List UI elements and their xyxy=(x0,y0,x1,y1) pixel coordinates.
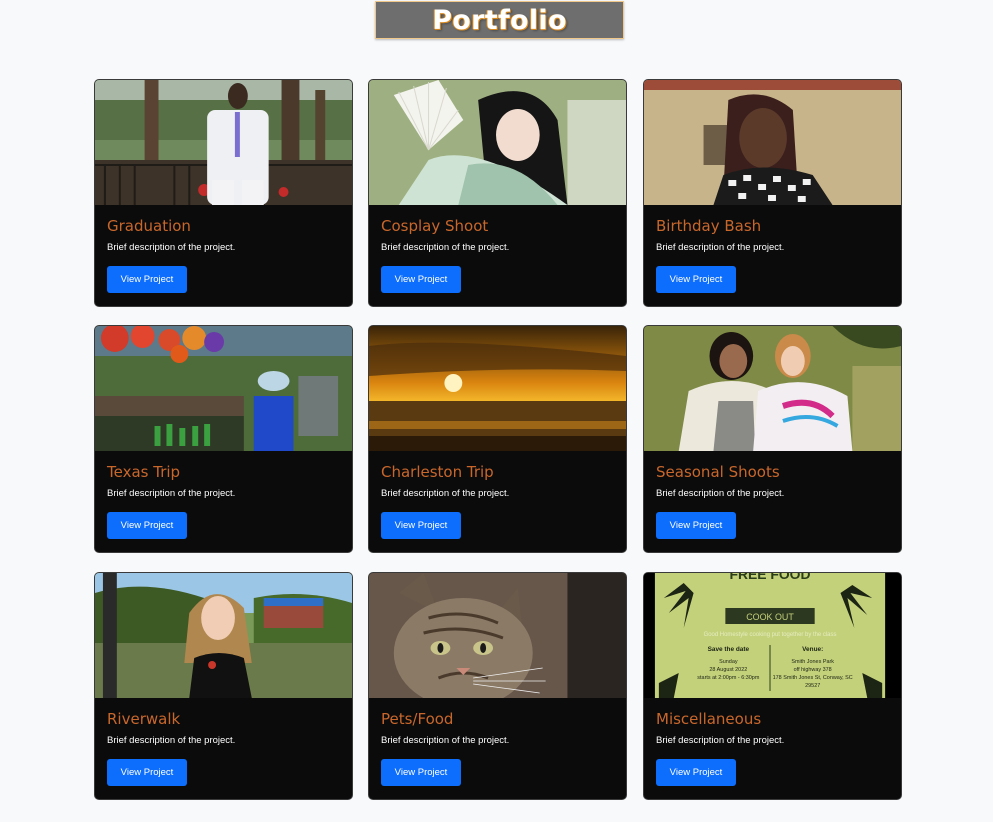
view-project-button-cosplay-shoot[interactable]: View Project xyxy=(381,266,461,293)
view-project-button-graduation[interactable]: View Project xyxy=(107,266,187,293)
project-image-riverwalk xyxy=(95,573,352,698)
flyer-save-label: Save the date xyxy=(708,646,750,653)
project-title: Graduation xyxy=(107,217,191,235)
flyer-badge: COOK OUT xyxy=(746,612,794,622)
view-project-button-texas-trip[interactable]: View Project xyxy=(107,512,187,539)
flyer-venue-zip: 29527 xyxy=(805,683,820,689)
page-title-box: Portfolio xyxy=(375,1,624,39)
page-title: Portfolio xyxy=(432,4,567,36)
flyer-venue-address: 178 Smith Jones St, Conway, SC xyxy=(773,675,853,681)
project-title: Birthday Bash xyxy=(656,217,762,235)
project-image-graduation xyxy=(95,80,352,205)
project-description: Brief description of the project. xyxy=(107,735,236,746)
view-project-button-charleston-trip[interactable]: View Project xyxy=(381,512,461,539)
project-description: Brief description of the project. xyxy=(656,488,785,499)
view-project-button-riverwalk[interactable]: View Project xyxy=(107,759,187,786)
view-project-button-seasonal-shoots[interactable]: View Project xyxy=(656,512,736,539)
project-image-cosplay-shoot xyxy=(369,80,626,205)
flyer-time: starts at 2:00pm - 6:30pm xyxy=(697,675,760,681)
project-title: Texas Trip xyxy=(107,463,181,481)
project-card-graduation: Graduation Brief description of the proj… xyxy=(94,79,353,307)
project-description: Brief description of the project. xyxy=(381,735,510,746)
project-title: Charleston Trip xyxy=(381,463,494,481)
project-title: Cosplay Shoot xyxy=(381,217,489,235)
flyer-date: 28 August 2022 xyxy=(709,667,747,673)
project-card-cosplay-shoot: Cosplay Shoot Brief description of the p… xyxy=(368,79,627,307)
flyer-venue-note: off highway 378 xyxy=(794,667,832,673)
project-image-miscellaneous: FREE FOOD COOK OUT Good Homestyle cookin… xyxy=(644,573,901,698)
project-description: Brief description of the project. xyxy=(381,242,510,253)
project-image-seasonal-shoots xyxy=(644,326,901,451)
view-project-button-birthday-bash[interactable]: View Project xyxy=(656,266,736,293)
project-card-charleston-trip: Charleston Trip Brief description of the… xyxy=(368,325,627,553)
project-card-seasonal-shoots: Seasonal Shoots Brief description of the… xyxy=(643,325,902,553)
project-description: Brief description of the project. xyxy=(656,242,785,253)
project-description: Brief description of the project. xyxy=(107,242,236,253)
project-title: Miscellaneous xyxy=(656,710,762,728)
project-title: Riverwalk xyxy=(107,710,181,728)
project-card-pets-food: Pets/Food Brief description of the proje… xyxy=(368,572,627,800)
project-card-miscellaneous: FREE FOOD COOK OUT Good Homestyle cookin… xyxy=(643,572,902,800)
view-project-button-pets-food[interactable]: View Project xyxy=(381,759,461,786)
flyer-heading: FREE FOOD xyxy=(730,573,811,582)
project-image-texas-trip xyxy=(95,326,352,451)
project-description: Brief description of the project. xyxy=(107,488,236,499)
flyer-day: Sunday xyxy=(719,659,738,665)
project-description: Brief description of the project. xyxy=(381,488,510,499)
project-image-birthday-bash xyxy=(644,80,901,205)
project-card-texas-trip: Texas Trip Brief description of the proj… xyxy=(94,325,353,553)
project-title: Seasonal Shoots xyxy=(656,463,780,481)
project-image-charleston-trip xyxy=(369,326,626,451)
project-description: Brief description of the project. xyxy=(656,735,785,746)
view-project-button-miscellaneous[interactable]: View Project xyxy=(656,759,736,786)
project-card-riverwalk: Riverwalk Brief description of the proje… xyxy=(94,572,353,800)
flyer-venue-name: Smith Jones Park xyxy=(791,659,834,665)
project-title: Pets/Food xyxy=(381,710,454,728)
project-image-pets-food xyxy=(369,573,626,698)
project-card-birthday-bash: Birthday Bash Brief description of the p… xyxy=(643,79,902,307)
flyer-tagline: Good Homestyle cooking put together by t… xyxy=(704,632,837,638)
flyer-venue-label: Venue: xyxy=(802,646,823,653)
